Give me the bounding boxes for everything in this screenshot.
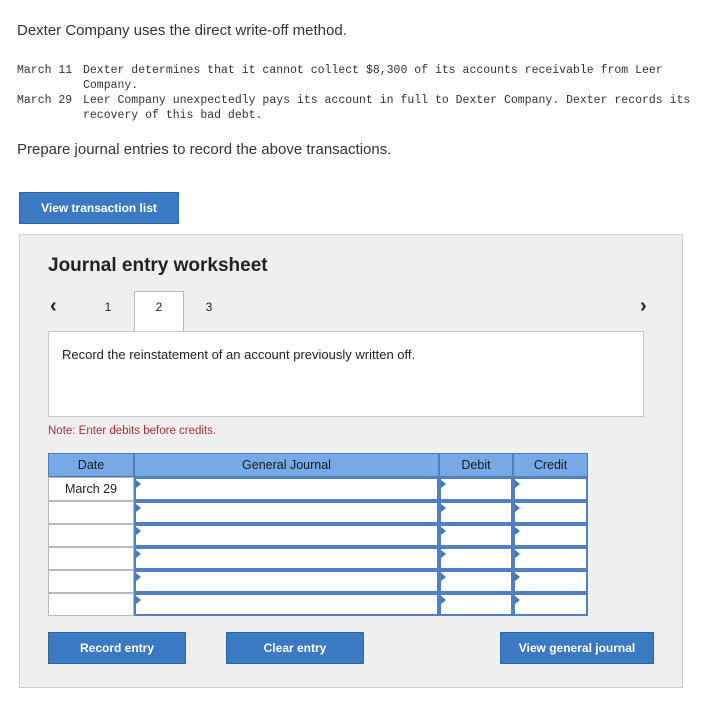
column-header-debit: Debit [439, 453, 513, 477]
debit-input[interactable] [439, 501, 513, 524]
tab-2[interactable]: 2 [143, 296, 175, 318]
transaction-text: Leer Company unexpectedly pays its accou… [83, 94, 691, 122]
view-general-journal-button[interactable]: View general journal [500, 632, 654, 664]
transaction-date: March 29 [17, 94, 73, 107]
date-cell[interactable] [48, 593, 134, 616]
intro-text: Dexter Company uses the direct write-off… [17, 22, 347, 39]
date-cell[interactable]: March 29 [48, 477, 134, 501]
credit-input[interactable] [513, 570, 588, 593]
credit-input[interactable] [513, 547, 588, 570]
view-transaction-list-button[interactable]: View transaction list [19, 192, 179, 224]
note-text: Note: Enter debits before credits. [48, 425, 217, 437]
transaction-text: Dexter determines that it cannot collect… [83, 64, 663, 92]
tab-3[interactable]: 3 [193, 296, 225, 318]
account-input[interactable] [134, 524, 439, 547]
credit-input[interactable] [513, 477, 588, 501]
transaction-date: March 11 [17, 64, 73, 77]
debit-input[interactable] [439, 524, 513, 547]
prompt-text: Prepare journal entries to record the ab… [17, 141, 392, 158]
debit-input[interactable] [439, 547, 513, 570]
credit-input[interactable] [513, 593, 588, 616]
debit-input[interactable] [439, 593, 513, 616]
account-input[interactable] [134, 593, 439, 616]
date-cell[interactable] [48, 570, 134, 593]
date-cell[interactable] [48, 501, 134, 524]
account-input[interactable] [134, 547, 439, 570]
column-header-credit: Credit [513, 453, 588, 477]
clear-entry-button[interactable]: Clear entry [226, 632, 364, 664]
account-input[interactable] [134, 477, 439, 501]
instruction-text: Record the reinstatement of an account p… [62, 347, 416, 362]
column-header-general-journal: General Journal [134, 453, 439, 477]
column-header-date: Date [48, 453, 134, 477]
worksheet-title: Journal entry worksheet [48, 255, 268, 276]
credit-input[interactable] [513, 524, 588, 547]
chevron-left-icon[interactable]: ‹ [50, 295, 57, 318]
credit-input[interactable] [513, 501, 588, 524]
date-cell[interactable] [48, 524, 134, 547]
record-entry-button[interactable]: Record entry [48, 632, 186, 664]
account-input[interactable] [134, 501, 439, 524]
debit-input[interactable] [439, 477, 513, 501]
chevron-right-icon[interactable]: › [640, 295, 647, 318]
account-input[interactable] [134, 570, 439, 593]
instruction-box [48, 331, 644, 417]
tab-1[interactable]: 1 [92, 296, 124, 318]
date-cell[interactable] [48, 547, 134, 570]
debit-input[interactable] [439, 570, 513, 593]
